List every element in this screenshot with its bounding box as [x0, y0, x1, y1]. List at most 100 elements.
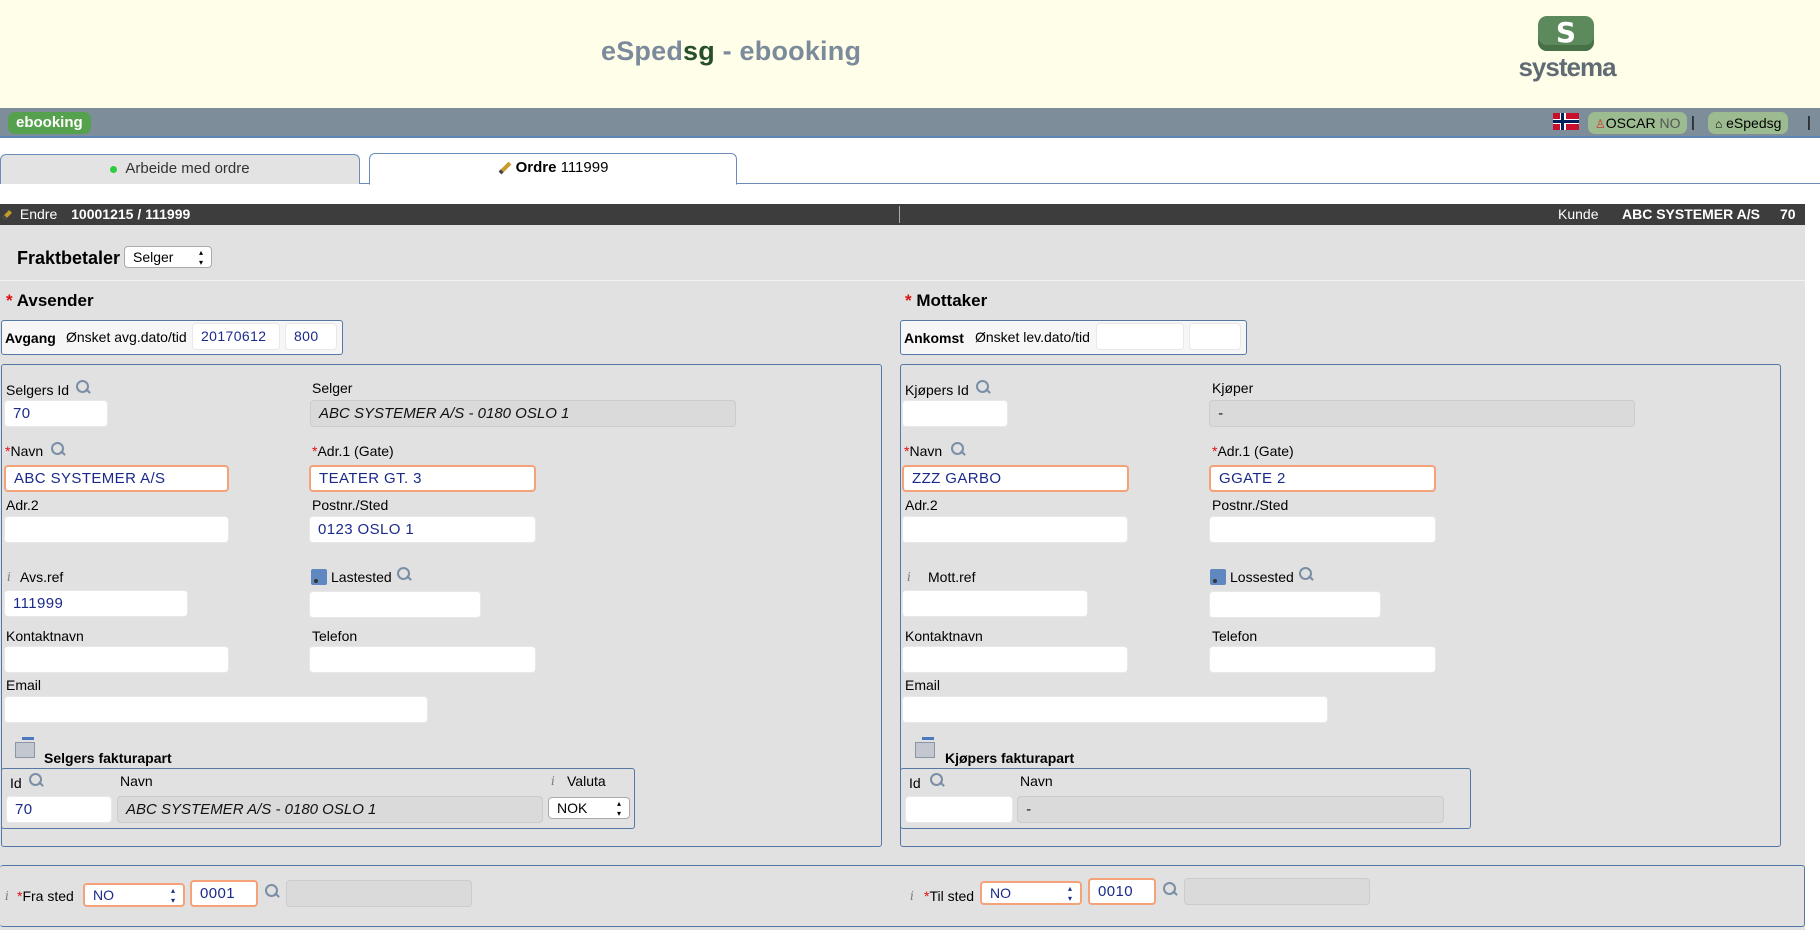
postnr-label: Postnr./Sted — [312, 497, 389, 513]
user-icon: ♙ — [1595, 117, 1606, 131]
module-badge[interactable]: ebooking — [8, 112, 91, 134]
lastested-input[interactable] — [309, 591, 481, 618]
search-icon[interactable] — [50, 441, 66, 457]
navn-label: *Navn — [904, 443, 943, 459]
fraktbetaler-select[interactable]: Selger — [124, 246, 212, 268]
mott-ref-label: Mott.ref — [928, 569, 976, 585]
sender-adr2-input[interactable] — [4, 516, 229, 543]
home-link[interactable]: ⌂ eSpedsg — [1708, 112, 1789, 134]
kjoper-faktura-id-input[interactable] — [905, 796, 1013, 823]
avs-ref-input[interactable]: 111999 — [4, 590, 188, 617]
sender-kontakt-input[interactable] — [4, 646, 229, 673]
kjoper-faktura-navn: - — [1017, 796, 1444, 823]
status-dot-icon — [110, 165, 118, 173]
invoice-icon — [12, 736, 36, 760]
ankomst-time-input[interactable] — [1189, 323, 1241, 350]
faktura-navn-label: Navn — [1020, 773, 1053, 789]
sender-telefon-input[interactable] — [309, 646, 536, 673]
kunde-label: Kunde — [1558, 206, 1599, 222]
selger-id-input[interactable]: 70 — [4, 400, 108, 427]
truck-icon — [311, 569, 327, 585]
search-icon[interactable] — [929, 772, 945, 788]
receiver-adr1-input[interactable]: GGATE 2 — [1209, 465, 1436, 492]
til-place-readonly — [1184, 878, 1370, 905]
sender-adr1-input[interactable]: TEATER GT. 3 — [309, 465, 536, 492]
mott-ref-input[interactable] — [902, 590, 1088, 617]
info-icon: i — [7, 570, 11, 584]
app-header: eSpedsg - ebooking S systema — [0, 0, 1820, 108]
avgang-time-input[interactable]: 800 — [285, 323, 337, 350]
order-ref: 10001215 / 111999 — [71, 206, 191, 222]
receiver-kontakt-input[interactable] — [902, 646, 1128, 673]
title-sg: sg — [683, 36, 715, 66]
sender-navn-input[interactable]: ABC SYSTEMER A/S — [4, 465, 229, 492]
receiver-email-input[interactable] — [902, 696, 1328, 723]
mottaker-title: * Mottaker — [905, 291, 988, 310]
valuta-select[interactable]: NOK — [548, 797, 630, 819]
email-label: Email — [6, 677, 42, 693]
lossested-input[interactable] — [1209, 591, 1381, 618]
telefon-label: Telefon — [1212, 628, 1258, 644]
fra-country-select[interactable]: NO — [83, 883, 185, 907]
truck-icon — [1210, 569, 1226, 585]
receiver-telefon-input[interactable] — [1209, 646, 1436, 673]
selger-faktura-id-input[interactable]: 70 — [6, 796, 112, 823]
receiver-adr2-input[interactable] — [902, 516, 1128, 543]
valuta-label: Valuta — [567, 773, 606, 789]
home-icon: ⌂ — [1715, 117, 1723, 131]
telefon-label: Telefon — [312, 628, 358, 644]
ankomst-date-input[interactable] — [1096, 323, 1184, 350]
info-icon: i — [907, 570, 911, 584]
norway-flag-icon[interactable] — [1553, 113, 1579, 130]
ankomst-label: Ankomst — [904, 330, 964, 346]
search-icon[interactable] — [975, 379, 991, 395]
info-icon: i — [910, 889, 914, 903]
edit-icon — [2, 210, 12, 221]
user-button[interactable]: ♙OSCAR NO — [1588, 112, 1688, 134]
kjoper-id-label: Kjøpers Id — [905, 382, 969, 398]
avs-ref-label: Avs.ref — [20, 569, 64, 585]
search-icon[interactable] — [1162, 881, 1178, 897]
search-icon[interactable] — [1298, 566, 1314, 582]
til-sted-label: *Til sted — [924, 888, 975, 904]
til-country-select[interactable]: NO — [980, 881, 1082, 905]
sender-postnr-input[interactable]: 0123 OSLO 1 — [309, 516, 536, 543]
order-titlebar: Endre 10001215 / 111999 Kunde ABC SYSTEM… — [0, 204, 1805, 225]
search-icon[interactable] — [950, 441, 966, 457]
ankomst-date-label: Ønsket lev.dato/tid — [975, 329, 1090, 345]
selger-faktura-navn: ABC SYSTEMER A/S - 0180 OSLO 1 — [117, 796, 543, 823]
search-icon[interactable] — [28, 772, 44, 788]
fra-sted-label: *Fra sted — [17, 888, 74, 904]
tab-order[interactable]: Ordre 111999 — [369, 153, 737, 185]
kjoper-faktura-title: Kjøpers fakturapart — [945, 750, 1075, 766]
selger-readonly: ABC SYSTEMER A/S - 0180 OSLO 1 — [310, 400, 736, 427]
til-postnr-input[interactable]: 0010 — [1088, 878, 1156, 905]
sender-email-input[interactable] — [4, 696, 428, 723]
app-title: eSpedsg - ebooking — [601, 36, 861, 67]
receiver-navn-input[interactable]: ZZZ GARBO — [902, 465, 1129, 492]
receiver-postnr-input[interactable] — [1209, 516, 1436, 543]
navn-label: *Navn — [5, 443, 44, 459]
pencil-icon — [498, 161, 511, 175]
fraktbetaler-label: Fraktbetaler — [17, 248, 121, 268]
invoice-icon — [912, 736, 936, 760]
search-icon[interactable] — [264, 883, 280, 899]
avgang-date-label: Ønsket avg.dato/tid — [66, 329, 187, 345]
systema-logo: S systema — [1512, 16, 1622, 86]
search-icon[interactable] — [396, 566, 412, 582]
logo-text: systema — [1518, 52, 1616, 82]
avgang-label: Avgang — [5, 330, 56, 346]
kunde-name: ABC SYSTEMER A/S — [1622, 206, 1760, 222]
title-suffix: - ebooking — [714, 36, 862, 66]
top-nav-bar: ebooking ♙OSCAR NO | ⌂ eSpedsg | — [0, 108, 1820, 138]
postnr-label: Postnr./Sted — [1212, 497, 1289, 513]
fra-postnr-input[interactable]: 0001 — [190, 880, 258, 907]
avgang-date-input[interactable]: 20170612 — [192, 323, 280, 350]
kontakt-label: Kontaktnavn — [6, 628, 84, 644]
tab-work-orders[interactable]: Arbeide med ordre — [0, 154, 360, 184]
search-icon[interactable] — [75, 379, 91, 395]
lastested-label: Lastested — [331, 569, 392, 585]
faktura-id-label: Id — [909, 775, 921, 791]
adr2-label: Adr.2 — [6, 497, 39, 513]
kjoper-id-input[interactable] — [902, 400, 1008, 427]
